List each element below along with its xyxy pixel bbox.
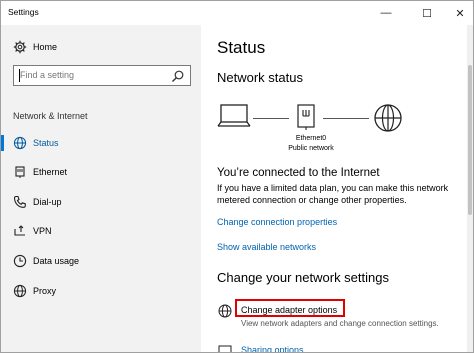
sidebar-item-dial-up[interactable]: Dial-up: [1, 190, 201, 214]
ethernet-adapter-icon: [297, 104, 315, 130]
title-bar[interactable]: Settings — ☐ ✕: [1, 1, 473, 25]
change-settings-heading: Change your network settings: [217, 270, 389, 285]
change-connection-properties-link[interactable]: Change connection properties: [217, 217, 337, 227]
sidebar-item-status[interactable]: Status: [1, 131, 201, 155]
connected-description: If you have a limited data plan, you can…: [217, 183, 449, 205]
sidebar-item-label: Proxy: [33, 286, 57, 296]
adapter-globe-icon: [218, 304, 232, 318]
connection-line: [323, 118, 369, 119]
network-type: Public network: [288, 145, 334, 152]
sidebar-item-label: Data usage: [33, 256, 80, 266]
sidebar-item-label: Home: [33, 42, 58, 52]
search-placeholder: Find a setting: [20, 70, 75, 80]
search-icon[interactable]: [171, 69, 185, 83]
close-button[interactable]: ✕: [443, 1, 473, 25]
proxy-globe-icon: [13, 284, 27, 298]
sidebar-item-data-usage[interactable]: Data usage: [1, 249, 201, 273]
search-input[interactable]: Find a setting: [13, 65, 191, 86]
sharing-icon: [218, 345, 232, 352]
gear-icon: [13, 40, 27, 54]
sidebar-item-vpn[interactable]: VPN: [1, 219, 201, 243]
section-label: Network & Internet: [13, 111, 88, 121]
sidebar-item-home[interactable]: Home: [1, 35, 201, 59]
scrollbar[interactable]: [467, 25, 473, 352]
maximize-button[interactable]: ☐: [410, 1, 444, 25]
page-title: Status: [217, 38, 266, 57]
sidebar-item-label: Status: [33, 138, 59, 148]
scrollbar-thumb[interactable]: [468, 65, 472, 215]
settings-window: Settings — ☐ ✕ Home Find a setting Netwo…: [0, 0, 474, 353]
clock-icon: [13, 254, 27, 268]
computer-icon: [217, 104, 251, 127]
sidebar-item-label: Dial-up: [33, 197, 62, 207]
sharing-options-link[interactable]: Sharing options: [241, 345, 304, 352]
sidebar-item-label: VPN: [33, 226, 52, 236]
connected-heading: You’re connected to the Internet: [217, 167, 380, 179]
window-title: Settings: [8, 7, 39, 17]
phone-icon: [13, 195, 26, 208]
adapter-name: Ethernet0: [295, 135, 327, 142]
connection-line: [253, 118, 289, 119]
sidebar: Home Find a setting Network & Internet S…: [1, 25, 201, 352]
network-status-heading: Network status: [217, 70, 303, 85]
sidebar-item-label: Ethernet: [33, 167, 68, 177]
minimize-button[interactable]: —: [369, 1, 403, 25]
show-available-networks-link[interactable]: Show available networks: [217, 242, 316, 252]
internet-globe-icon: [374, 104, 402, 132]
sidebar-item-proxy[interactable]: Proxy: [1, 279, 201, 303]
highlight-box: [235, 299, 345, 317]
sidebar-item-ethernet[interactable]: Ethernet: [1, 160, 201, 184]
globe-icon: [13, 136, 27, 150]
adapter-options-description: View network adapters and change connect…: [241, 319, 439, 328]
vpn-icon: [14, 225, 25, 236]
ethernet-icon: [15, 166, 25, 178]
